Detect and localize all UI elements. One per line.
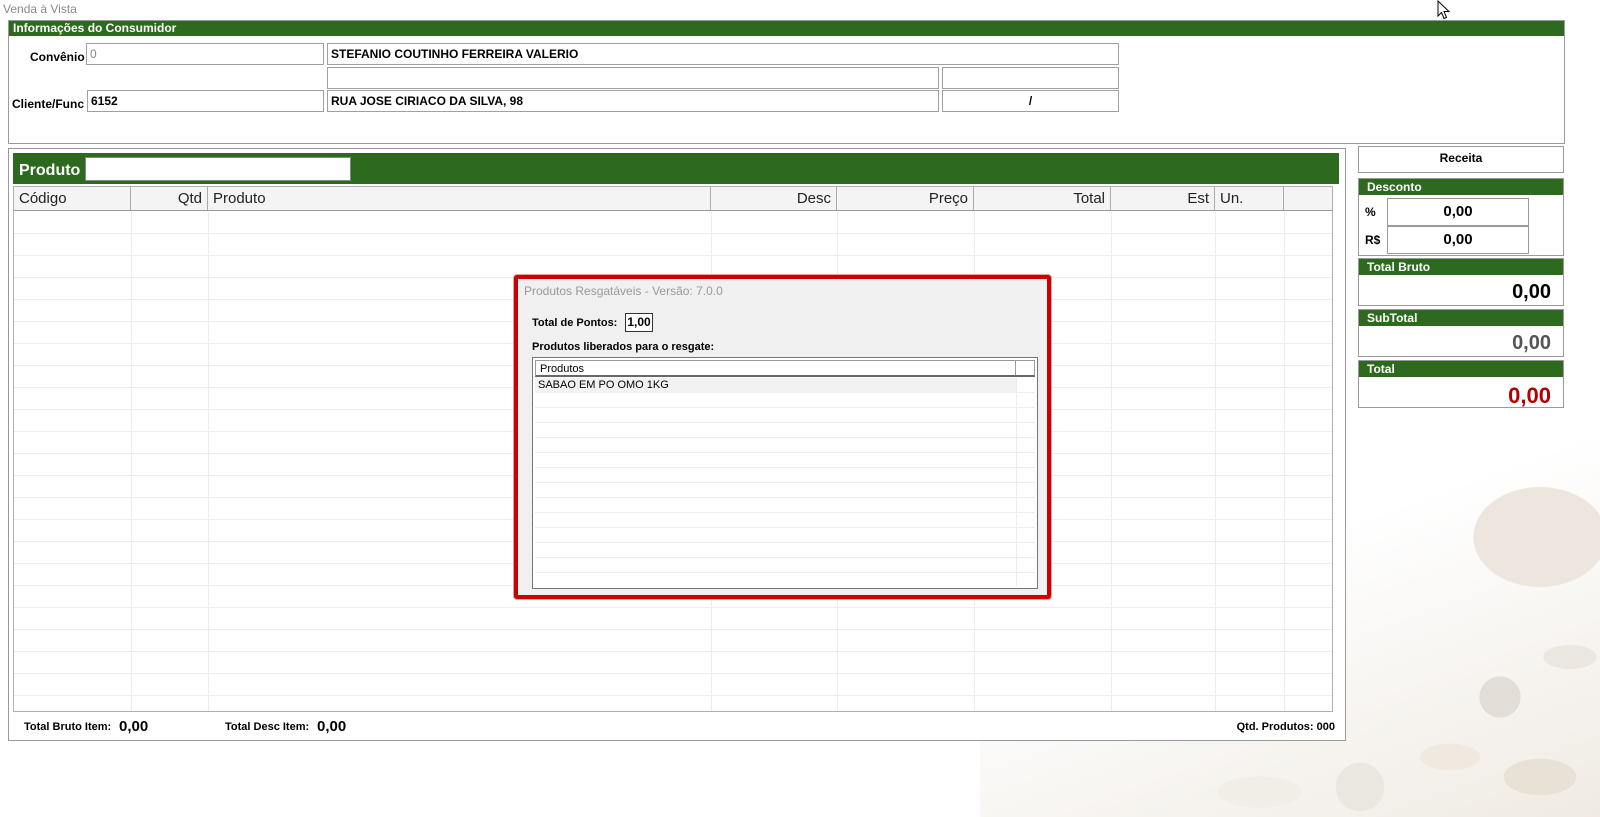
discount-value-field[interactable]: 0,00	[1387, 226, 1529, 254]
receita-button[interactable]: Receita	[1358, 146, 1564, 173]
convenio-label: Convênio	[30, 50, 85, 64]
percent-label: %	[1365, 205, 1376, 219]
convenio-name-field[interactable]: STEFANIO COUTINHO FERREIRA VALERIO	[327, 43, 1119, 65]
produtos-resgataveis-dialog: Produtos Resgatáveis - Versão: 7.0.0 Tot…	[514, 275, 1051, 599]
list-header: Produtos	[535, 360, 1035, 377]
total-bruto-item-label: Total Bruto Item:	[24, 721, 112, 733]
total-bruto-value: 0,00	[1512, 281, 1551, 303]
total-bruto-header: Total Bruto	[1359, 259, 1563, 275]
column-desc[interactable]: Desc	[711, 187, 837, 210]
product-label: Produto	[19, 162, 81, 179]
total-pontos-value[interactable]: 1,00	[625, 313, 653, 332]
rs-label: R$	[1365, 233, 1381, 247]
extra-info-field-2[interactable]	[942, 67, 1119, 89]
extra-info-field[interactable]	[327, 67, 939, 89]
column-extra	[1284, 187, 1332, 210]
cliente-label: Cliente/Func	[12, 97, 85, 111]
city-uf-field[interactable]: /	[942, 90, 1119, 112]
total-desc-item-label: Total Desc Item:	[225, 721, 310, 733]
column-un[interactable]: Un.	[1215, 187, 1284, 210]
subtotal-value: 0,00	[1512, 332, 1551, 354]
resgate-products-list[interactable]: Produtos SABAO EM PO OMO 1KG	[532, 357, 1038, 589]
convenio-code-field[interactable]: 0	[86, 43, 324, 65]
subtotal-header: SubTotal	[1359, 310, 1563, 326]
discount-percent-field[interactable]: 0,00	[1387, 198, 1529, 226]
grid-divider	[208, 212, 209, 711]
list-body: SABAO EM PO OMO 1KG	[535, 378, 1035, 586]
cliente-code-field[interactable]: 6152	[87, 90, 324, 112]
desconto-header: Desconto	[1359, 179, 1563, 195]
list-divider	[1016, 378, 1017, 586]
grid-divider	[1215, 212, 1216, 711]
product-grid-header: Código Qtd Produto Desc Preço Total Est …	[14, 187, 1332, 211]
total-header: Total	[1359, 361, 1563, 377]
produtos-liberados-label: Produtos liberados para o resgate:	[532, 341, 715, 353]
grid-divider	[1111, 212, 1112, 711]
dialog-title: Produtos Resgatáveis - Versão: 7.0.0	[524, 284, 723, 298]
subtotal-box: SubTotal 0,00	[1358, 309, 1564, 357]
column-qtd[interactable]: Qtd	[131, 187, 208, 210]
product-search-bar: Produto	[13, 153, 1339, 184]
list-item[interactable]: SABAO EM PO OMO 1KG	[535, 378, 1016, 393]
total-pontos-label: Total de Pontos:	[532, 317, 618, 329]
total-bruto-box: Total Bruto 0,00	[1358, 258, 1564, 306]
column-codigo[interactable]: Código	[14, 187, 131, 210]
column-est[interactable]: Est	[1111, 187, 1215, 210]
list-header-divider	[1015, 361, 1016, 375]
column-total[interactable]: Total	[974, 187, 1111, 210]
dialog-content: Total de Pontos: 1,00 Produtos liberados…	[520, 301, 1045, 595]
column-produto[interactable]: Produto	[208, 187, 711, 210]
consumer-info-panel: Informações do Consumidor Convênio 0 STE…	[8, 20, 1565, 144]
address-field[interactable]: RUA JOSE CIRIACO DA SILVA, 98	[327, 90, 939, 112]
list-header-label[interactable]: Produtos	[540, 363, 584, 375]
consumer-info-header: Informações do Consumidor	[9, 21, 1564, 36]
total-desc-item-value: 0,00	[317, 718, 347, 735]
mouse-cursor-icon	[1437, 0, 1451, 20]
total-bruto-item-value: 0,00	[119, 718, 149, 735]
column-preco[interactable]: Preço	[837, 187, 974, 210]
qtd-produtos: Qtd. Produtos: 000	[1236, 721, 1335, 733]
grid-divider	[131, 212, 132, 711]
product-search-input[interactable]	[85, 157, 351, 181]
total-box: Total 0,00	[1358, 360, 1564, 408]
desconto-box: Desconto % 0,00 R$ 0,00	[1358, 178, 1564, 256]
total-value: 0,00	[1508, 383, 1551, 408]
window-title: Venda à Vista	[3, 2, 77, 16]
grid-divider	[1284, 212, 1285, 711]
